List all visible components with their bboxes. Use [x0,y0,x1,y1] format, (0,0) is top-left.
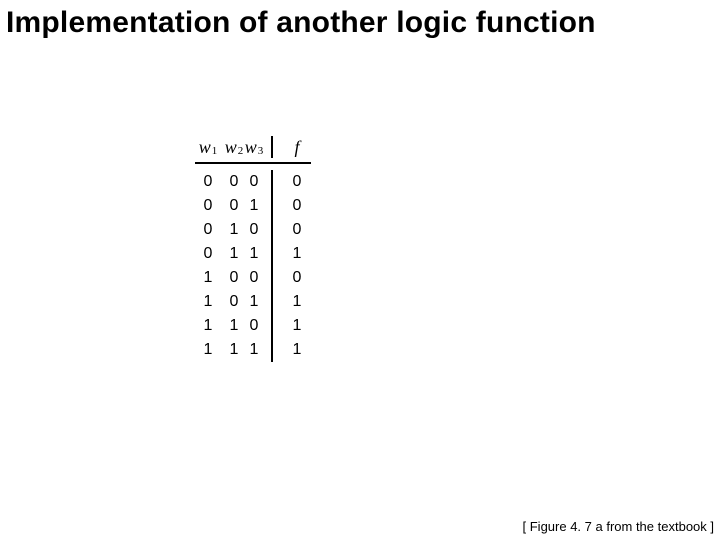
col-header-w2-sub: 2 [238,145,244,157]
cell-f: 1 [283,338,311,362]
cell-w2: 0 [221,170,247,194]
cell-w2: 1 [221,218,247,242]
cell-w3: 0 [247,170,273,194]
cell-f: 0 [283,170,311,194]
cell-w2: 1 [221,242,247,266]
table-row: 1 1 0 1 [195,314,311,338]
cell-w2: 1 [221,314,247,338]
cell-w1: 1 [195,266,221,290]
page-title: Implementation of another logic function [6,6,596,40]
cell-w1: 0 [195,218,221,242]
table-header-row: w1 w2 w3 f [195,136,311,164]
truth-table: w1 w2 w3 f 0 0 0 0 0 0 1 0 0 1 [195,136,311,362]
table-row: 0 0 0 0 [195,170,311,194]
cell-w3: 1 [247,290,273,314]
table-row: 1 0 0 0 [195,266,311,290]
cell-w2: 1 [221,338,247,362]
cell-w1: 1 [195,290,221,314]
col-header-w3: w3 [247,136,273,158]
cell-f: 0 [283,194,311,218]
col-header-w1-base: w [199,137,211,158]
cell-f: 0 [283,266,311,290]
col-header-w3-sub: 3 [258,145,264,157]
cell-w1: 1 [195,314,221,338]
cell-w3: 1 [247,242,273,266]
cell-w3: 0 [247,218,273,242]
col-header-w1: w1 [195,136,221,158]
table-row: 1 0 1 1 [195,290,311,314]
cell-w2: 0 [221,194,247,218]
cell-w3: 0 [247,266,273,290]
cell-w3: 1 [247,194,273,218]
cell-w1: 0 [195,242,221,266]
cell-w1: 0 [195,194,221,218]
col-header-w2-base: w [225,137,237,158]
table-row: 0 0 1 0 [195,194,311,218]
table-row: 0 1 0 0 [195,218,311,242]
cell-f: 1 [283,290,311,314]
slide: Implementation of another logic function… [0,0,720,540]
col-header-f-base: f [294,137,299,158]
cell-w2: 0 [221,290,247,314]
col-header-w1-sub: 1 [212,145,218,157]
cell-w1: 0 [195,170,221,194]
col-header-f: f [283,136,311,158]
cell-w3: 1 [247,338,273,362]
cell-f: 1 [283,314,311,338]
cell-f: 0 [283,218,311,242]
col-header-w3-base: w [245,137,257,158]
cell-w3: 0 [247,314,273,338]
table-row: 0 1 1 1 [195,242,311,266]
cell-f: 1 [283,242,311,266]
cell-w1: 1 [195,338,221,362]
table-row: 1 1 1 1 [195,338,311,362]
col-header-w2: w2 [221,136,247,158]
cell-w2: 0 [221,266,247,290]
figure-caption: [ Figure 4. 7 a from the textbook ] [523,519,714,534]
